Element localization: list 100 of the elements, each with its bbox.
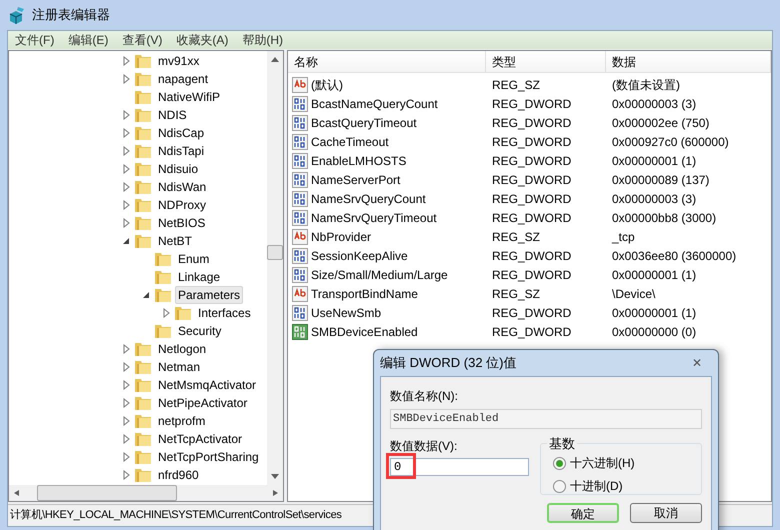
value-name[interactable]: NameSrvQueryTimeout [311, 208, 437, 226]
horizontal-scrollbar[interactable] [9, 485, 283, 501]
folder-icon [134, 467, 152, 483]
table-cell-text: _tcp [610, 228, 635, 246]
value-name[interactable]: Size/Small/Medium/Large [311, 266, 448, 284]
menu-item[interactable]: 收藏夹(A) [169, 31, 236, 49]
tree-item[interactable]: NetBT [155, 232, 196, 250]
table-cell-text: 0x00000001 (1) [611, 266, 696, 284]
column-header[interactable]: 数据 [606, 51, 771, 72]
value-name[interactable]: UseNewSmb [311, 304, 382, 322]
tree-item[interactable]: Interfaces [195, 304, 254, 322]
tree-item[interactable]: Linkage [175, 268, 224, 286]
value-name[interactable]: NameServerPort [311, 170, 400, 188]
radio-button[interactable] [553, 480, 566, 492]
collapsed-triangle-icon[interactable] [121, 74, 131, 84]
expanded-triangle-icon[interactable] [141, 290, 151, 300]
binary-value-icon [292, 152, 308, 168]
vertical-scrollbar[interactable] [267, 51, 283, 485]
collapsed-triangle-icon[interactable] [121, 146, 131, 156]
folder-icon [134, 233, 152, 249]
menu-item[interactable]: 编辑(E) [61, 31, 116, 49]
folder-icon [134, 341, 152, 357]
value-name[interactable]: CacheTimeout [311, 132, 389, 150]
value-name[interactable]: EnableLMHOSTS [311, 152, 406, 170]
collapsed-triangle-icon[interactable] [121, 470, 131, 480]
collapsed-triangle-icon[interactable] [121, 362, 131, 372]
value-name[interactable]: NameSrvQueryCount [311, 190, 426, 208]
registry-cubes-icon [8, 6, 26, 24]
tree-item[interactable]: Netlogon [155, 340, 210, 358]
collapsed-triangle-icon[interactable] [121, 56, 131, 66]
value-data-field[interactable]: 0 [390, 458, 529, 476]
tree-item[interactable]: NDIS [155, 106, 190, 124]
menu-item[interactable]: 文件(F) [8, 31, 62, 49]
collapsed-triangle-icon[interactable] [121, 398, 131, 408]
tree-item[interactable]: Ndisuio [155, 160, 202, 178]
tree-item[interactable]: Security [175, 322, 224, 340]
collapsed-triangle-icon[interactable] [161, 308, 171, 318]
collapsed-triangle-icon[interactable] [121, 218, 131, 228]
table-cell-text: REG_DWORD [491, 96, 572, 112]
cancel-button[interactable]: 取消 [630, 503, 702, 523]
tree-item[interactable]: napagent [155, 70, 212, 88]
tree-item[interactable]: NetTcpPortSharing [155, 448, 262, 466]
tree-item[interactable]: NetPipeActivator [155, 394, 250, 412]
radio-label[interactable]: 十进制(D) [570, 477, 623, 495]
value-name[interactable]: TransportBindName [311, 284, 418, 302]
ok-button[interactable]: 确定 [547, 503, 619, 523]
collapsed-triangle-icon[interactable] [121, 200, 131, 210]
binary-value-icon [292, 134, 308, 150]
collapsed-triangle-icon[interactable] [121, 416, 131, 426]
tree-item[interactable]: mv91xx [155, 52, 202, 70]
radio-button[interactable] [553, 456, 566, 470]
collapsed-triangle-icon[interactable] [121, 452, 131, 462]
expanded-triangle-icon[interactable] [121, 236, 131, 246]
folder-icon [134, 197, 152, 213]
binary-value-icon [292, 248, 308, 264]
column-header[interactable]: 名称 [288, 51, 486, 72]
tree-item[interactable]: NetMsmqActivator [155, 376, 260, 394]
scroll-thumb[interactable] [37, 485, 177, 501]
tree-item[interactable]: Parameters [175, 286, 244, 304]
value-name-field[interactable]: SMBDeviceEnabled [390, 409, 702, 429]
tree-item[interactable]: NetTcpActivator [155, 430, 246, 448]
table-cell-text: 0x00000003 (3) [611, 96, 696, 112]
menu-item[interactable]: 帮助(H) [235, 31, 290, 49]
folder-icon [134, 161, 152, 177]
value-name[interactable]: BcastNameQueryCount [311, 94, 438, 112]
folder-icon [134, 179, 152, 195]
table-cell-text: REG_DWORD [491, 114, 572, 132]
tree-item[interactable]: nfrd960 [155, 466, 202, 484]
tree-item[interactable]: Netman [155, 358, 204, 376]
scroll-thumb[interactable] [267, 245, 283, 260]
table-cell-text: REG_DWORD [491, 172, 572, 188]
collapsed-triangle-icon[interactable] [121, 164, 131, 174]
table-cell-text: REG_DWORD [491, 152, 572, 170]
menu-item[interactable]: 查看(V) [115, 31, 170, 49]
tree-item[interactable]: NativeWifiP [155, 88, 224, 106]
collapsed-triangle-icon[interactable] [121, 434, 131, 444]
tree-item[interactable]: Enum [175, 250, 212, 268]
collapsed-triangle-icon[interactable] [121, 110, 131, 120]
tree-item[interactable]: netprofm [155, 412, 208, 430]
tree-item[interactable]: NetBIOS [155, 214, 208, 232]
value-name[interactable]: SMBDeviceEnabled [311, 322, 418, 340]
collapsed-triangle-icon[interactable] [121, 128, 131, 138]
value-name[interactable]: (默认) [311, 76, 343, 94]
close-button[interactable]: ✕ [692, 354, 702, 372]
value-name[interactable]: SessionKeepAlive [311, 246, 408, 264]
folder-icon [134, 431, 152, 447]
value-name[interactable]: BcastQueryTimeout [311, 114, 417, 132]
tree-item[interactable]: NdisTapi [155, 142, 208, 160]
tree-item[interactable]: NDProxy [155, 196, 210, 214]
tree-item[interactable]: NdisCap [155, 124, 208, 142]
string-value-icon [292, 228, 308, 244]
folder-icon [134, 143, 152, 159]
collapsed-triangle-icon[interactable] [121, 344, 131, 354]
radio-label[interactable]: 十六进制(H) [570, 454, 635, 472]
collapsed-triangle-icon[interactable] [121, 182, 131, 192]
collapsed-triangle-icon[interactable] [121, 380, 131, 390]
binary-value-icon [292, 304, 308, 320]
tree-item[interactable]: NdisWan [155, 178, 210, 196]
column-header[interactable]: 类型 [486, 51, 606, 72]
value-name[interactable]: NbProvider [311, 228, 372, 246]
